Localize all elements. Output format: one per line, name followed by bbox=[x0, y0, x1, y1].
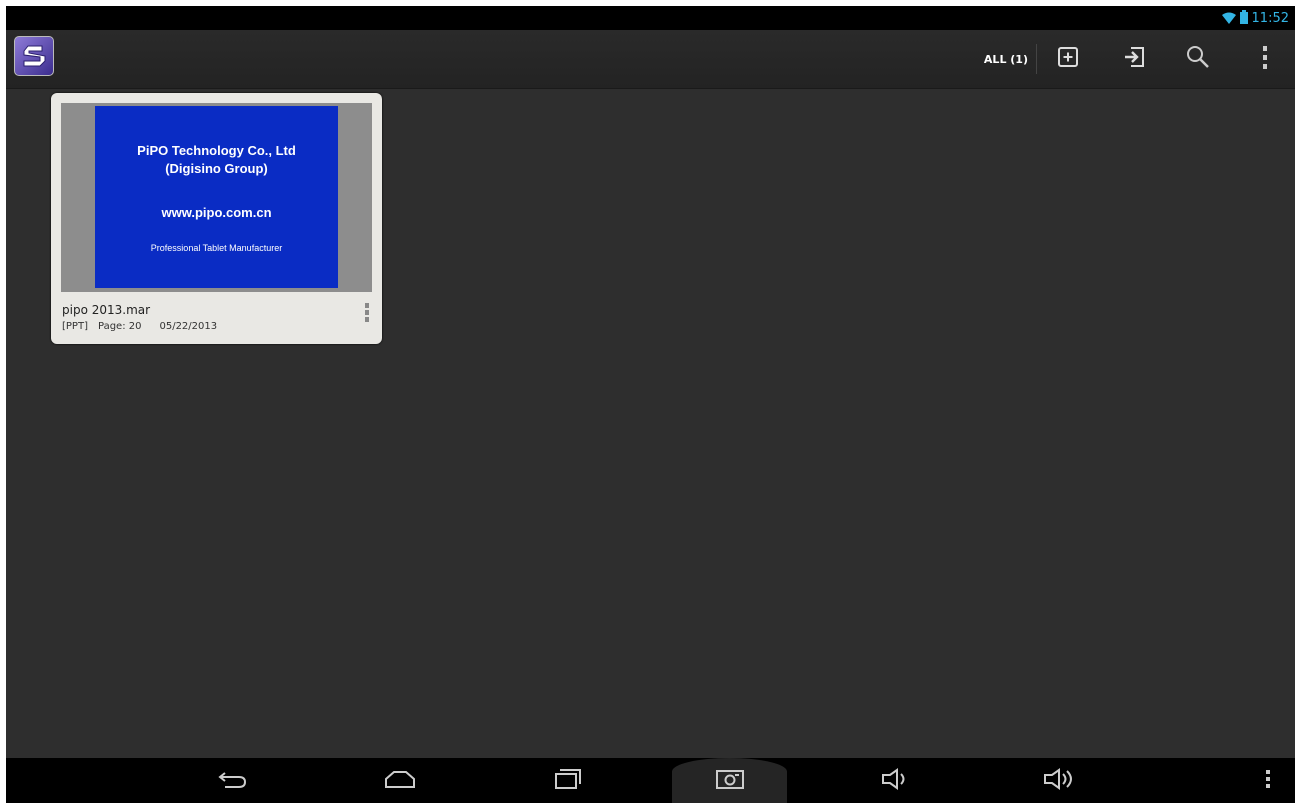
overflow-menu-icon bbox=[1261, 45, 1269, 73]
app-logo-icon[interactable] bbox=[14, 36, 54, 76]
search-button[interactable] bbox=[1177, 38, 1219, 80]
volume-down-icon bbox=[881, 767, 911, 794]
battery-icon bbox=[1239, 9, 1248, 28]
recent-apps-icon bbox=[554, 768, 582, 794]
new-document-button[interactable] bbox=[1047, 38, 1089, 80]
overflow-menu-button[interactable] bbox=[1244, 38, 1286, 80]
volume-up-button[interactable] bbox=[1030, 758, 1090, 803]
import-button[interactable] bbox=[1114, 38, 1156, 80]
recent-apps-button[interactable] bbox=[532, 758, 604, 803]
search-icon bbox=[1185, 44, 1211, 74]
volume-up-icon bbox=[1043, 767, 1077, 794]
screen: 11:52 ALL (1) PiPO Technology Co., Ltd (… bbox=[6, 6, 1295, 803]
document-grid: PiPO Technology Co., Ltd (Digisino Group… bbox=[6, 89, 1295, 758]
slide-group: (Digisino Group) bbox=[165, 161, 268, 176]
back-button[interactable] bbox=[196, 758, 268, 803]
filter-all-button[interactable]: ALL (1) bbox=[984, 30, 1028, 88]
navigation-bar bbox=[6, 758, 1295, 803]
document-pages: Page: 20 bbox=[97, 321, 142, 332]
slide-preview: PiPO Technology Co., Ltd (Digisino Group… bbox=[95, 106, 338, 288]
menu-icon bbox=[1265, 769, 1271, 792]
import-icon bbox=[1123, 45, 1147, 73]
home-button[interactable] bbox=[364, 758, 436, 803]
document-card[interactable]: PiPO Technology Co., Ltd (Digisino Group… bbox=[51, 93, 382, 344]
new-document-icon bbox=[1057, 46, 1079, 72]
slide-company: PiPO Technology Co., Ltd bbox=[137, 143, 296, 158]
document-type: [PPT] bbox=[62, 321, 88, 332]
screenshot-button[interactable] bbox=[672, 758, 787, 803]
menu-button[interactable] bbox=[1256, 758, 1280, 803]
document-meta: [PPT] Page: 20 05/22/2013 bbox=[62, 321, 217, 332]
action-bar: ALL (1) bbox=[6, 30, 1295, 89]
back-icon bbox=[217, 769, 247, 793]
volume-down-button[interactable] bbox=[866, 758, 926, 803]
document-thumbnail[interactable]: PiPO Technology Co., Ltd (Digisino Group… bbox=[61, 103, 372, 292]
action-bar-divider bbox=[1036, 44, 1037, 74]
status-time: 11:52 bbox=[1251, 10, 1289, 26]
slide-tagline: Professional Tablet Manufacturer bbox=[150, 243, 283, 253]
status-indicators: 11:52 bbox=[1221, 6, 1289, 30]
home-icon bbox=[384, 770, 416, 792]
status-bar: 11:52 bbox=[6, 6, 1295, 30]
wifi-icon bbox=[1221, 9, 1236, 28]
slide-url: www.pipo.com.cn bbox=[161, 205, 272, 220]
document-menu-icon[interactable] bbox=[362, 300, 372, 324]
document-title: pipo 2013.mar bbox=[62, 303, 151, 317]
screenshot-icon bbox=[715, 768, 745, 794]
document-date: 05/22/2013 bbox=[159, 321, 218, 332]
